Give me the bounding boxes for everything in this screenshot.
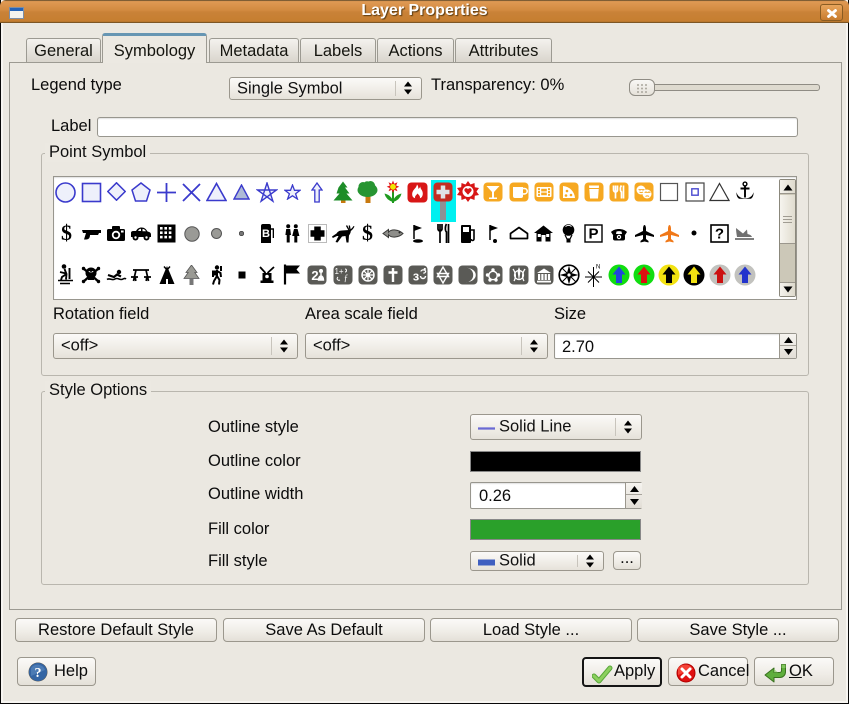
svg-text:N: N xyxy=(596,265,600,271)
svg-text:з: з xyxy=(413,269,420,284)
svg-text:?: ? xyxy=(35,666,42,681)
svg-text:?: ? xyxy=(715,226,724,243)
svg-text:P: P xyxy=(588,226,598,243)
svg-text:$: $ xyxy=(362,222,373,244)
svg-text:1+: 1+ xyxy=(334,267,343,276)
svg-text:2: 2 xyxy=(311,268,318,283)
svg-text:ƒ: ƒ xyxy=(344,273,349,283)
svg-text:$: $ xyxy=(61,222,72,244)
svg-text:B: B xyxy=(262,228,270,240)
